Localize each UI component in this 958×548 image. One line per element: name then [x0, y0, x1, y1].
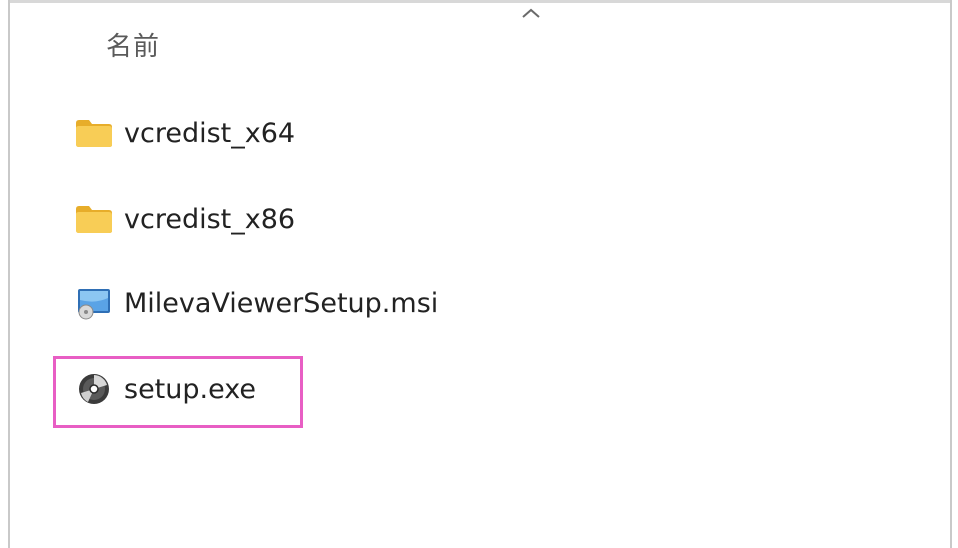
header-divider	[10, 0, 950, 3]
folder-icon	[74, 115, 114, 151]
sort-ascending-icon[interactable]	[520, 6, 542, 20]
file-name: MilevaViewerSetup.msi	[124, 287, 439, 319]
file-name: vcredist_x86	[124, 203, 296, 235]
folder-icon	[74, 201, 114, 237]
file-explorer-pane: 名前 vcredist_x64 vcredist_x86 MilevaViewe…	[8, 0, 952, 548]
highlight-box	[53, 356, 303, 428]
file-row-vcredist-x86[interactable]: vcredist_x86	[74, 194, 295, 244]
msi-installer-icon	[74, 285, 114, 321]
column-header-name[interactable]: 名前	[106, 26, 160, 63]
file-row-mileva-viewer-setup-msi[interactable]: MilevaViewerSetup.msi	[74, 278, 438, 328]
file-name: vcredist_x64	[124, 117, 296, 149]
file-row-vcredist-x64[interactable]: vcredist_x64	[74, 108, 295, 158]
